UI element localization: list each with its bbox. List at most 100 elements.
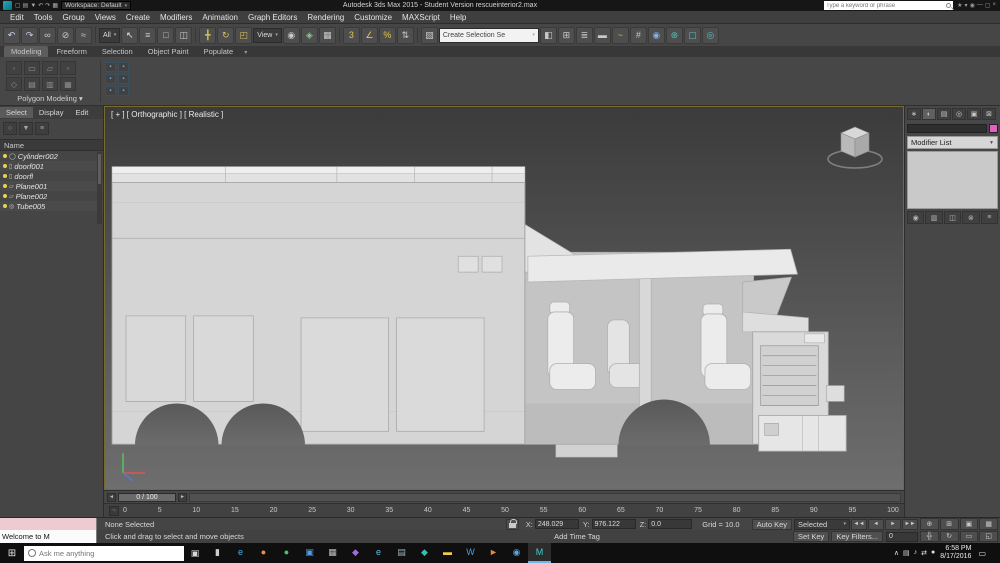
- modifier-list-dropdown[interactable]: Modifier List ▼: [907, 136, 998, 149]
- zoom-extents-all-button[interactable]: ▦: [979, 518, 998, 530]
- view-cube[interactable]: [825, 117, 889, 173]
- ribbon-mini-button-3[interactable]: ▪: [105, 74, 116, 84]
- taskbar-app-edge[interactable]: e: [229, 543, 252, 563]
- taskbar-app-ie[interactable]: e: [367, 543, 390, 563]
- motion-tab-icon[interactable]: ◎: [952, 108, 966, 120]
- select-and-scale-icon[interactable]: ◰: [235, 27, 252, 44]
- infocenter-star-icon[interactable]: ★: [956, 2, 963, 9]
- go-to-start-button[interactable]: ◄◄: [851, 519, 867, 530]
- visibility-bulb-icon[interactable]: [3, 184, 7, 188]
- zoom-region-button[interactable]: ▭: [960, 531, 979, 543]
- undo-small-icon[interactable]: ↶: [38, 2, 43, 9]
- named-selection-sets-icon[interactable]: ▧: [421, 27, 438, 44]
- ribbon-mini-button-1[interactable]: ▪: [105, 62, 116, 72]
- tray-onedrive-icon[interactable]: ●: [931, 549, 935, 557]
- select-and-link-icon[interactable]: ∞: [39, 27, 56, 44]
- percent-snap-icon[interactable]: %: [379, 27, 396, 44]
- taskbar-app-photos[interactable]: ▣: [298, 543, 321, 563]
- bind-to-space-warp-icon[interactable]: ≈: [75, 27, 92, 44]
- select-and-manipulate-icon[interactable]: ◈: [301, 27, 318, 44]
- reference-coordinate-dropdown[interactable]: View▾: [253, 28, 282, 43]
- show-end-result-button[interactable]: ▥: [925, 211, 942, 224]
- scene-object-row[interactable]: ◎ Tube005: [0, 201, 103, 211]
- scene-object-row[interactable]: ▯ doorfl: [0, 171, 103, 181]
- previous-frame-button[interactable]: ◄: [868, 519, 884, 530]
- visibility-bulb-icon[interactable]: [3, 174, 7, 178]
- minimize-button[interactable]: —: [976, 2, 984, 9]
- previous-frame-arrow[interactable]: ◄: [107, 493, 116, 502]
- menu-item[interactable]: Group: [57, 13, 89, 22]
- track-bar[interactable]: ~ 05101520253035404550556065707580859095…: [104, 503, 904, 517]
- menu-item[interactable]: Tools: [29, 13, 58, 22]
- maximize-viewport-toggle[interactable]: ◱: [979, 531, 998, 543]
- spinner-snap-icon[interactable]: ⇅: [397, 27, 414, 44]
- taskbar-app-blue[interactable]: ◉: [505, 543, 528, 563]
- set-key-button[interactable]: Set Key: [793, 531, 829, 542]
- layer-explorer-icon[interactable]: ≣: [576, 27, 593, 44]
- display-tab-icon[interactable]: ▣: [967, 108, 981, 120]
- ribbon-mini-button-6[interactable]: ▪: [118, 86, 129, 96]
- current-frame-field[interactable]: 0: [886, 532, 918, 542]
- ribbon-tool-button-7[interactable]: ▥: [42, 77, 58, 91]
- explorer-scrollbar[interactable]: [97, 152, 102, 224]
- zoom-extents-button[interactable]: ▣: [960, 518, 979, 530]
- utilities-tab-icon[interactable]: ⊠: [982, 108, 996, 120]
- 3ds-max-logo-icon[interactable]: [3, 1, 12, 10]
- play-button[interactable]: ►: [885, 519, 901, 530]
- orbit-button[interactable]: ↻: [940, 531, 959, 543]
- mini-curve-editor-toggle[interactable]: ~: [109, 506, 119, 516]
- modifier-stack[interactable]: [907, 151, 998, 209]
- pan-button[interactable]: ╬: [920, 531, 939, 543]
- ribbon-tab[interactable]: Selection: [95, 46, 140, 57]
- auto-key-button[interactable]: Auto Key: [752, 519, 792, 530]
- explorer-settings-icon[interactable]: ≡: [35, 122, 49, 135]
- ribbon-toggle-icon[interactable]: ▬: [594, 27, 611, 44]
- explorer-tab[interactable]: Select: [0, 107, 33, 118]
- taskbar-app-slate[interactable]: ▤: [390, 543, 413, 563]
- menu-item[interactable]: Help: [445, 13, 471, 22]
- mirror-icon[interactable]: ◧: [540, 27, 557, 44]
- visibility-bulb-icon[interactable]: [3, 154, 7, 158]
- rescue-truck-model[interactable]: [105, 107, 903, 489]
- workspace-dropdown[interactable]: Workspace: Default▾: [61, 1, 131, 10]
- align-icon[interactable]: ⊞: [558, 27, 575, 44]
- selection-lock-toggle[interactable]: [506, 519, 519, 530]
- taskbar-clock[interactable]: 6:58 PM 8/17/2016: [940, 545, 971, 562]
- zoom-all-button[interactable]: ⊞: [940, 518, 959, 530]
- ribbon-polygon-button[interactable]: ▫: [60, 61, 76, 75]
- ribbon-edge-button[interactable]: ▭: [24, 61, 40, 75]
- window-crossing-icon[interactable]: ◫: [175, 27, 192, 44]
- time-slider-handle[interactable]: 0 / 100: [118, 493, 176, 502]
- configure-modifier-sets-button[interactable]: ≡: [981, 211, 998, 224]
- start-button[interactable]: ⊞: [0, 543, 24, 563]
- visibility-bulb-icon[interactable]: [3, 204, 7, 208]
- taskbar-app-firefox[interactable]: ●: [252, 543, 275, 563]
- redo-icon[interactable]: ↷: [21, 27, 38, 44]
- explorer-name-column-header[interactable]: Name: [0, 139, 103, 151]
- task-view-button[interactable]: ▣: [184, 548, 206, 559]
- macro-recorder-line[interactable]: [0, 518, 97, 530]
- object-color-swatch[interactable]: [989, 124, 998, 133]
- explorer-tab[interactable]: Display: [33, 107, 70, 118]
- go-to-end-button[interactable]: ►►: [902, 519, 918, 530]
- close-button[interactable]: ×: [991, 2, 997, 9]
- use-pivot-point-icon[interactable]: ◉: [283, 27, 300, 44]
- taskbar-app-media[interactable]: ►: [482, 543, 505, 563]
- visibility-bulb-icon[interactable]: [3, 164, 7, 168]
- explorer-tab[interactable]: Edit: [69, 107, 94, 118]
- time-slider[interactable]: ◄ 0 / 100 ►: [104, 490, 904, 503]
- taskbar-app-gray[interactable]: ▦: [321, 543, 344, 563]
- selection-filter-dropdown[interactable]: All▾: [99, 28, 120, 43]
- key-filters-button[interactable]: Key Filters...: [831, 531, 883, 542]
- menu-item[interactable]: MAXScript: [397, 13, 445, 22]
- menu-item[interactable]: Edit: [5, 13, 29, 22]
- pin-stack-button[interactable]: ◉: [907, 211, 924, 224]
- action-center-icon[interactable]: ▭: [976, 549, 988, 558]
- search-input[interactable]: [826, 3, 944, 9]
- menu-item[interactable]: Animation: [197, 13, 243, 22]
- ribbon-mini-button-2[interactable]: ▪: [118, 62, 129, 72]
- ribbon-tab[interactable]: Freeform: [49, 46, 93, 57]
- sign-in-icon[interactable]: ◉: [969, 2, 976, 9]
- search-icon[interactable]: [946, 3, 951, 8]
- explorer-filter-icon[interactable]: ▼: [19, 122, 33, 135]
